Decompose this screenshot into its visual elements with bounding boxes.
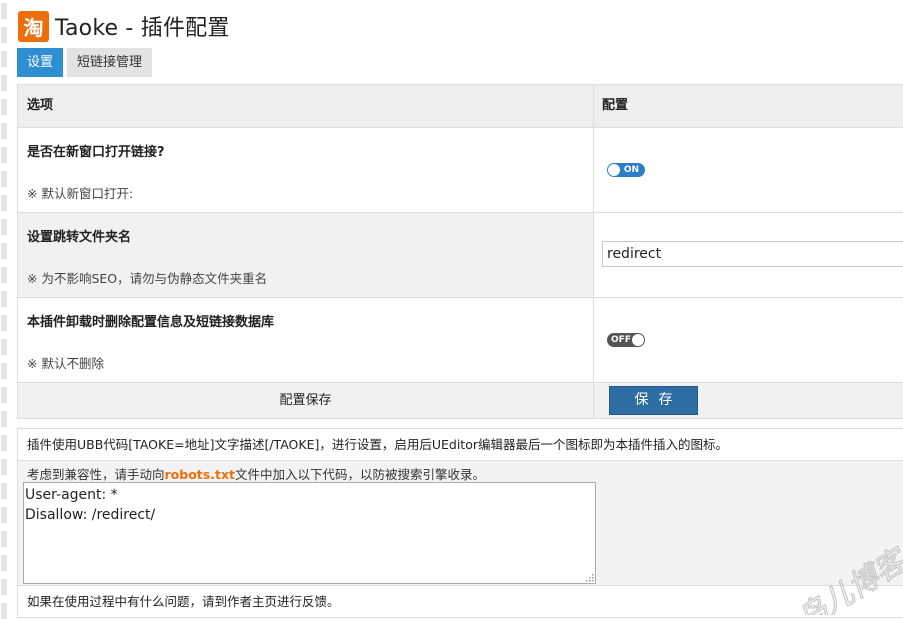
delete-on-uninstall-toggle[interactable]: OFF (607, 333, 645, 347)
taobao-logo-icon: 淘 (18, 10, 49, 42)
option-question: 本插件卸载时删除配置信息及短链接数据库 (27, 315, 275, 330)
ubb-usage-note: 插件使用UBB代码[TAOKE=地址]文字描述[/TAOKE]，进行设置，启用后… (18, 429, 903, 461)
toggle-knob (608, 164, 620, 176)
option-description: ※ 默认不删除 (27, 356, 104, 371)
robots-hint: 考虑到兼容性，请手动向robots.txt文件中加入以下代码，以防被搜索引擎收录… (27, 464, 485, 483)
robots-hint-suffix: 文件中加入以下代码，以防被搜索引擎收录。 (234, 467, 485, 482)
option-question: 是否在新窗口打开链接? (27, 145, 165, 160)
tab-settings[interactable]: 设置 (17, 48, 64, 77)
toggle-knob (632, 334, 644, 346)
toggle-state-label: OFF (611, 335, 631, 345)
robots-code-textarea[interactable]: User-agent: * Disallow: /redirect/ (23, 482, 596, 584)
save-button[interactable]: 保存 (609, 386, 698, 415)
tab-short-link-management[interactable]: 短链接管理 (67, 48, 153, 77)
watermark-text: 鸟儿博客 (791, 542, 903, 615)
option-question: 设置跳转文件夹名 (27, 230, 132, 245)
left-scroll-strip (0, 0, 8, 619)
option-row-new-window: 是否在新窗口打开链接? ※ 默认新窗口打开: ON (17, 128, 903, 213)
blog-watermark: 鸟儿博客 (790, 541, 903, 615)
redirect-folder-input[interactable] (602, 241, 903, 267)
config-table: 选项 配置 是否在新窗口打开链接? ※ 默认新窗口打开: ON 设置跳转文件夹名… (17, 84, 903, 419)
resize-grip-icon[interactable] (584, 572, 594, 582)
page-title: Taoke - 插件配置 (55, 16, 230, 41)
option-row-delete-on-uninstall: 本插件卸载时删除配置信息及短链接数据库 ※ 默认不删除 OFF (17, 298, 903, 383)
robots-hint-prefix: 考虑到兼容性，请手动向 (27, 467, 165, 482)
robots-file-name: robots.txt (164, 467, 235, 482)
save-row: 配置保存 保存 (17, 383, 903, 419)
column-header-config: 配置 (602, 98, 629, 113)
option-description: ※ 为不影响SEO，请勿与伪静态文件夹重名 (27, 271, 268, 286)
toggle-state-label: ON (623, 165, 639, 175)
new-window-toggle[interactable]: ON (607, 163, 645, 177)
table-header: 选项 配置 (17, 85, 903, 128)
save-row-label: 配置保存 (18, 383, 594, 418)
option-description: ※ 默认新窗口打开: (27, 186, 134, 201)
column-header-option: 选项 (18, 85, 594, 127)
page-header: 淘 Taoke - 插件配置 (18, 10, 230, 42)
option-row-redirect-folder: 设置跳转文件夹名 ※ 为不影响SEO，请勿与伪静态文件夹重名 (17, 213, 903, 298)
tab-bar: 设置 短链接管理 (17, 48, 156, 77)
